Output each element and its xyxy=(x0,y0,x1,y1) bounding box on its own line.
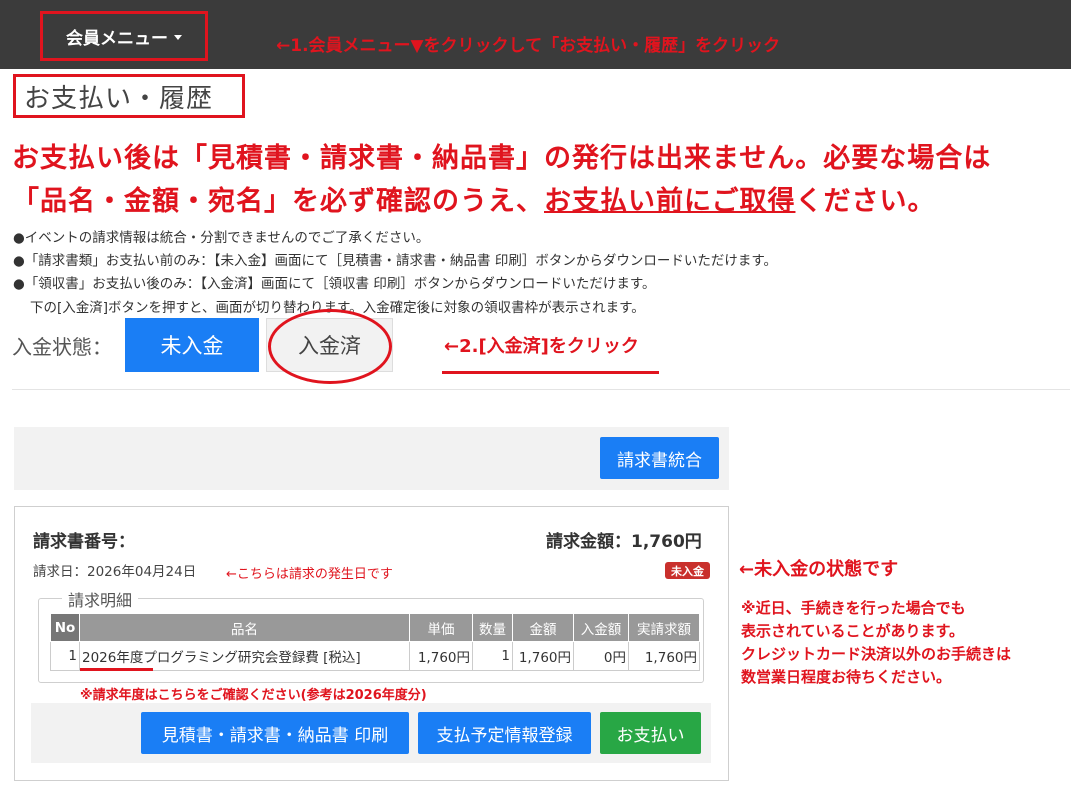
pay-button[interactable]: お支払い xyxy=(600,712,701,754)
warning-line-2-emphasis: お支払い前にご取得 xyxy=(544,186,796,217)
note-item: ●イベントの請求情報は統合・分割できませんのでご了承ください。 xyxy=(13,230,430,246)
column-header-name: 品名 xyxy=(79,613,410,642)
member-menu-label: 会員メニュー xyxy=(66,28,168,49)
paid-button[interactable]: 入金済 xyxy=(266,318,393,372)
annotation-year: ※請求年度はこちらをご確認ください(参考は2026年度分) xyxy=(80,688,427,703)
cell-paid: 0円 xyxy=(573,641,629,671)
cell-amount: 1,760円 xyxy=(512,641,574,671)
merge-invoice-button[interactable]: 請求書統合 xyxy=(600,437,719,479)
payment-schedule-button[interactable]: 支払予定情報登録 xyxy=(418,712,591,754)
note-item: ●「請求書類」お支払い前のみ：【未入金】画面にて［見積書・請求書・納品書 印刷］… xyxy=(13,253,777,269)
column-header-amount: 金額 xyxy=(512,613,574,642)
cell-item-name: 2026年度プログラミング研究会登録費 [税込] xyxy=(79,641,410,671)
page-title: お支払い・履歴 xyxy=(13,74,245,118)
warning-line-1: お支払い後は「見積書・請求書・納品書」の発行は出来ません。必要な場合は xyxy=(12,143,992,174)
table-header-row: No 品名 単価 数量 金額 入金額 実請求額 xyxy=(50,613,700,642)
column-header-qty: 数量 xyxy=(472,613,513,642)
annotation-side-line: 表示されていることがあります。 xyxy=(741,622,965,640)
warning-line-2-prefix: 「品名・金額・宛名」を必ず確認のうえ、 xyxy=(12,186,544,217)
annotation-unpaid-status: ←未入金の状態です xyxy=(739,559,899,580)
member-menu-dropdown[interactable]: 会員メニュー xyxy=(40,11,208,61)
note-item: ●「領収書」お支払い後のみ：【入金済】画面にて［領収書 印刷］ボタンからダウンロ… xyxy=(13,276,656,292)
annotation-side-line: クレジットカード決済以外のお手続きは xyxy=(741,645,1012,663)
column-header-unit-price: 単価 xyxy=(409,613,473,642)
print-documents-button[interactable]: 見積書・請求書・納品書 印刷 xyxy=(141,712,409,754)
invoice-date: 請求日：2026年04月24日 xyxy=(33,564,197,580)
invoice-details-table: No 品名 単価 数量 金額 入金額 実請求額 1 2026年度プログラミング研… xyxy=(50,613,700,671)
divider xyxy=(12,389,1070,390)
annotation-side-line: ※近日、手続きを行った場合でも xyxy=(741,599,966,617)
invoice-details-legend: 請求明細 xyxy=(62,587,139,611)
column-header-paid: 入金額 xyxy=(573,613,629,642)
annotation-step2: ←2.[入金済]をクリック xyxy=(444,336,639,357)
invoice-number-label: 請求書番号： xyxy=(33,532,135,552)
status-badge: 未入金 xyxy=(665,562,710,579)
cell-no: 1 xyxy=(50,641,80,671)
payment-status-label: 入金状態： xyxy=(12,335,112,359)
annotation-date: ←こちらは請求の発生日です xyxy=(226,567,393,582)
table-row: 1 2026年度プログラミング研究会登録費 [税込] 1,760円 1 1,76… xyxy=(50,641,700,671)
note-item: 下の[入金済]ボタンを押すと、画面が切り替わります。入金確定後に対象の領収書枠が… xyxy=(30,300,645,316)
annotation-step1: ←1.会員メニュー▼をクリックして「お支払い・履歴」をクリック xyxy=(276,36,781,56)
cell-actual: 1,760円 xyxy=(628,641,700,671)
annotation-side-notes: ※近日、手続きを行った場合でも 表示されていることがあります。 クレジットカード… xyxy=(741,597,1011,689)
annotation-underline xyxy=(442,371,659,374)
invoice-amount: 請求金額：1,760円 xyxy=(546,532,702,552)
annotation-year-underline xyxy=(80,668,153,671)
column-header-no: No xyxy=(50,613,80,642)
annotation-side-line: 数営業日程度お待ちください。 xyxy=(741,668,952,686)
column-header-actual: 実請求額 xyxy=(628,613,700,642)
warning-line-2: 「品名・金額・宛名」を必ず確認のうえ、お支払い前にご取得ください。 xyxy=(12,179,935,218)
cell-qty: 1 xyxy=(472,641,513,671)
chevron-down-icon xyxy=(174,34,182,40)
unpaid-button[interactable]: 未入金 xyxy=(125,318,259,372)
warning-line-2-suffix: ください。 xyxy=(795,186,936,217)
cell-unit-price: 1,760円 xyxy=(409,641,473,671)
